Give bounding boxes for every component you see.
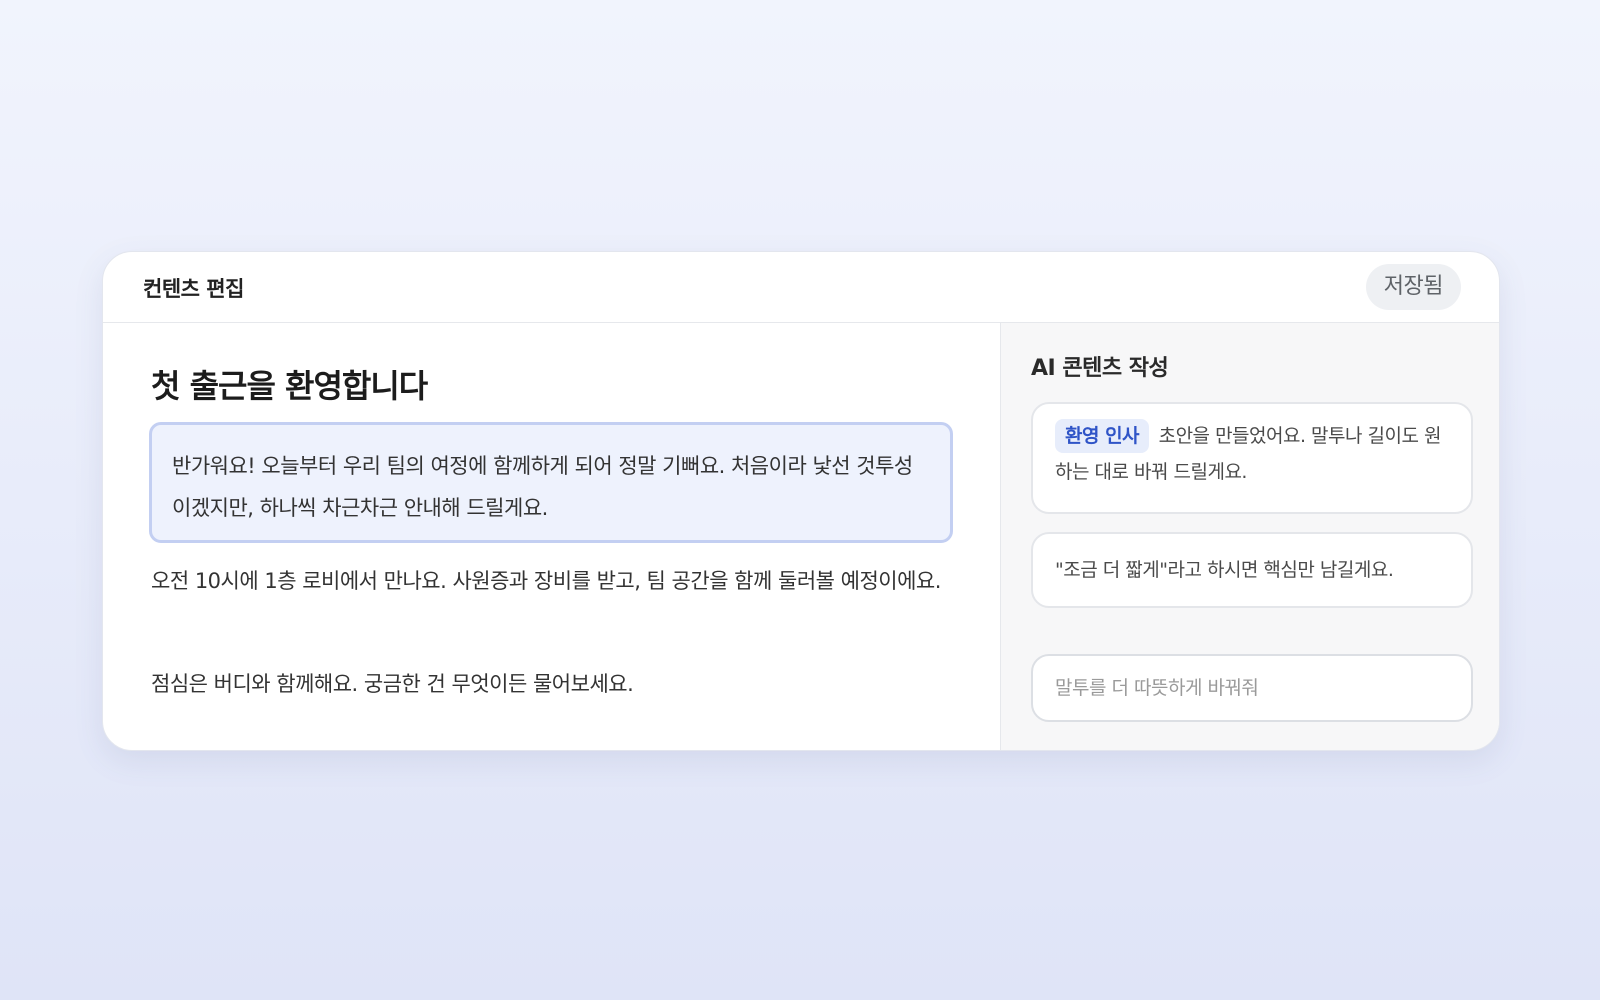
- header-title: 컨텐츠 편집: [143, 277, 244, 301]
- editor-header: 컨텐츠 편집 저장됨: [103, 252, 1499, 323]
- paragraph[interactable]: 오전 10시에 1층 로비에서 만나요. 사원증과 장비를 받고, 팀 공간을 …: [151, 560, 951, 602]
- ai-panel-title: AI 콘텐츠 작성: [1031, 356, 1169, 381]
- ai-message-text: "조금 더 짧게"라고 하시면 핵심만 남길게요.: [1055, 559, 1394, 581]
- content-editor-card: 컨텐츠 편집 저장됨 첫 출근을 환영합니다 반가워요! 오늘부터 우리 팀의 …: [102, 251, 1500, 751]
- selected-paragraph[interactable]: 반가워요! 오늘부터 우리 팀의 여정에 함께하게 되어 정말 기뻐요. 처음이…: [149, 422, 953, 543]
- ai-message: 환영 인사 초안을 만들었어요. 말투나 길이도 원하는 대로 바꿔 드릴게요.: [1031, 402, 1473, 514]
- ai-prompt-input[interactable]: [1031, 654, 1473, 722]
- document-title[interactable]: 첫 출근을 환영합니다: [151, 361, 428, 407]
- saved-status-badge: 저장됨: [1365, 264, 1461, 310]
- ai-message: "조금 더 짧게"라고 하시면 핵심만 남길게요.: [1031, 532, 1473, 608]
- document-editor[interactable]: 첫 출근을 환영합니다 반가워요! 오늘부터 우리 팀의 여정에 함께하게 되어…: [103, 323, 1000, 750]
- ai-writing-panel: AI 콘텐츠 작성 환영 인사 초안을 만들었어요. 말투나 길이도 원하는 대…: [1000, 323, 1499, 750]
- paragraph[interactable]: 점심은 버디와 함께해요. 궁금한 건 무엇이든 물어보세요.: [151, 663, 951, 705]
- topic-chip: 환영 인사: [1055, 419, 1150, 453]
